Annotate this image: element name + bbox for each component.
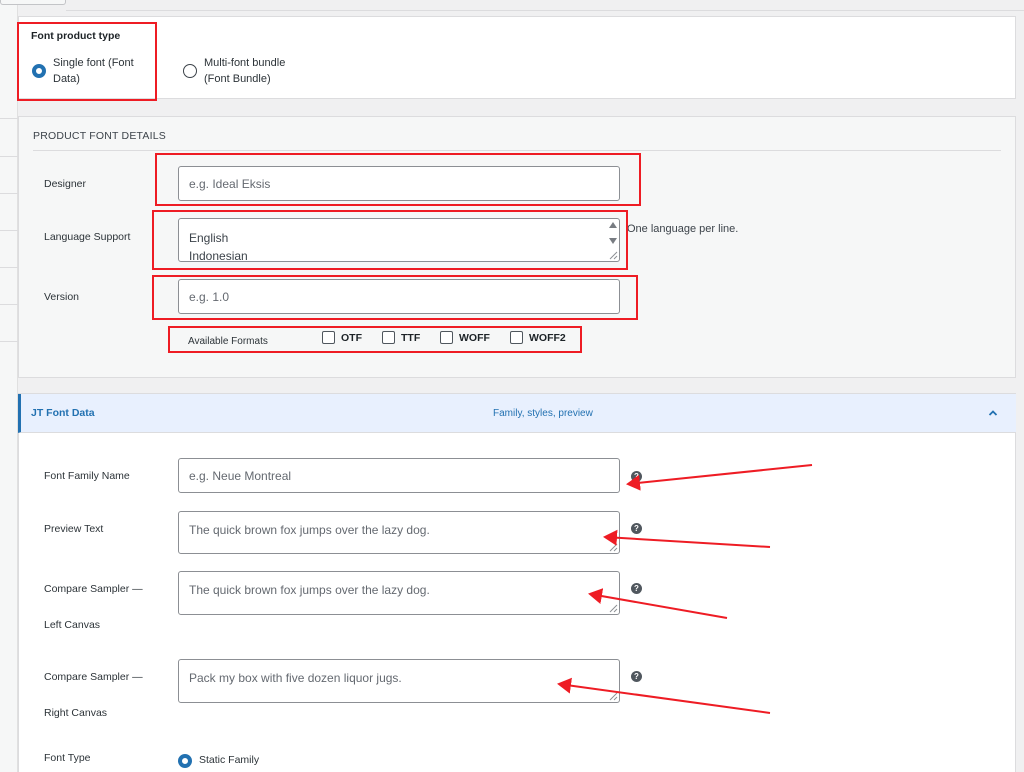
chevron-up-icon[interactable] — [988, 409, 998, 417]
jt-font-data-title: JT Font Data — [31, 407, 95, 419]
font-family-name-input[interactable]: e.g. Neue Montreal — [178, 458, 620, 493]
preview-text-textarea[interactable]: The quick brown fox jumps over the lazy … — [178, 511, 620, 554]
compare-left-label-line2: Left Canvas — [44, 619, 101, 631]
help-icon[interactable]: ? — [631, 583, 642, 594]
radio-static-family[interactable] — [178, 754, 192, 768]
font-type-label: Font Type — [44, 752, 91, 764]
help-icon[interactable]: ? — [631, 671, 642, 682]
designer-label: Designer — [44, 178, 87, 190]
radio-static-family-label[interactable]: Static Family — [199, 752, 259, 768]
preview-text-label: Preview Text — [44, 523, 104, 535]
annotation-box — [152, 275, 638, 320]
resize-handle-icon[interactable] — [609, 543, 618, 552]
help-icon[interactable]: ? — [631, 523, 642, 534]
language-support-label: Language Support — [44, 231, 131, 243]
annotation-box — [17, 22, 157, 101]
annotation-box — [152, 210, 628, 270]
font-product-type-panel — [18, 16, 1016, 99]
top-divider — [66, 10, 1024, 11]
font-family-name-label: Font Family Name — [44, 470, 130, 482]
language-support-help: One language per line. — [627, 223, 739, 235]
left-strip — [0, 0, 18, 772]
section-divider — [33, 150, 1001, 151]
help-icon[interactable]: ? — [631, 471, 642, 482]
radio-multi-font-bundle[interactable] — [183, 64, 197, 78]
annotation-box — [168, 326, 582, 353]
jt-font-data-subtitle: Family, styles, preview — [493, 408, 593, 419]
resize-handle-icon[interactable] — [609, 692, 618, 701]
resize-handle-icon[interactable] — [609, 604, 618, 613]
compare-right-label-line2: Right Canvas — [44, 707, 108, 719]
compare-left-textarea[interactable]: The quick brown fox jumps over the lazy … — [178, 571, 620, 615]
radio-multi-font-bundle-label[interactable]: Multi-font bundle (Font Bundle) — [204, 55, 285, 87]
version-label: Version — [44, 291, 80, 303]
compare-right-label-line1: Compare Sampler — — [44, 671, 143, 683]
compare-left-label-line1: Compare Sampler — — [44, 583, 143, 595]
product-font-details-heading: PRODUCT FONT DETAILS — [33, 130, 166, 142]
annotation-box — [155, 153, 641, 206]
compare-right-textarea[interactable]: Pack my box with five dozen liquor jugs. — [178, 659, 620, 703]
top-button-edge[interactable] — [0, 0, 66, 5]
